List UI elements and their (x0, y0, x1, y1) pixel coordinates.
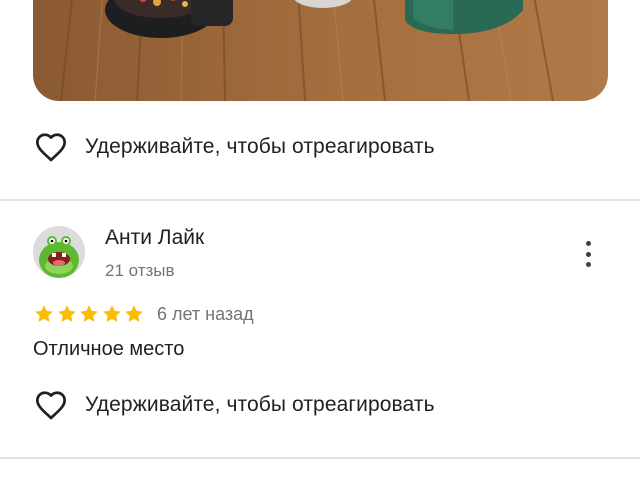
review-divider (0, 457, 640, 459)
avatar[interactable] (33, 226, 85, 278)
review-photo[interactable] (33, 0, 608, 101)
green-monster-avatar-icon (33, 226, 85, 278)
react-label: Удерживайте, чтобы отреагировать (85, 393, 435, 416)
more-vertical-icon[interactable] (574, 236, 602, 272)
heart-outline-icon (35, 391, 66, 420)
heart-outline-icon (35, 133, 66, 162)
react-button[interactable]: Удерживайте, чтобы отреагировать (34, 390, 435, 420)
star-icon (125, 305, 143, 322)
review-text: Отличное место (33, 338, 185, 360)
author-review-count: 21 отзыв (105, 261, 175, 280)
star-rating (33, 303, 146, 325)
star-icon (57, 305, 76, 322)
react-label: Удерживайте, чтобы отреагировать (85, 135, 435, 158)
review-divider (0, 199, 640, 201)
star-icon (102, 305, 121, 322)
react-button[interactable]: Удерживайте, чтобы отреагировать (34, 132, 435, 162)
review-date: 6 лет назад (157, 304, 254, 324)
star-icon (80, 305, 98, 322)
star-icon (35, 305, 53, 322)
author-name[interactable]: Анти Лайк (105, 226, 204, 250)
